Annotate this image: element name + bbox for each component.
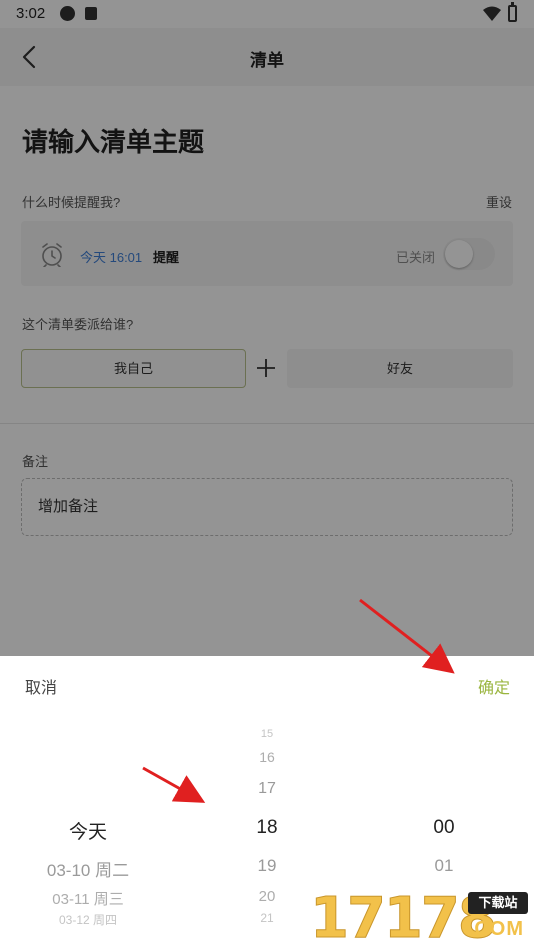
site-watermark: 17178 下载站 .COM [310, 887, 534, 950]
annotation-arrow [142, 598, 455, 803]
app-screen: 3:02 清单 请输入清单主题 什么时候提醒我? 重设 今天 16:01 提醒 … [0, 0, 534, 950]
watermark-badge: 下载站 [468, 892, 528, 914]
watermark-domain: .COM [467, 918, 524, 940]
